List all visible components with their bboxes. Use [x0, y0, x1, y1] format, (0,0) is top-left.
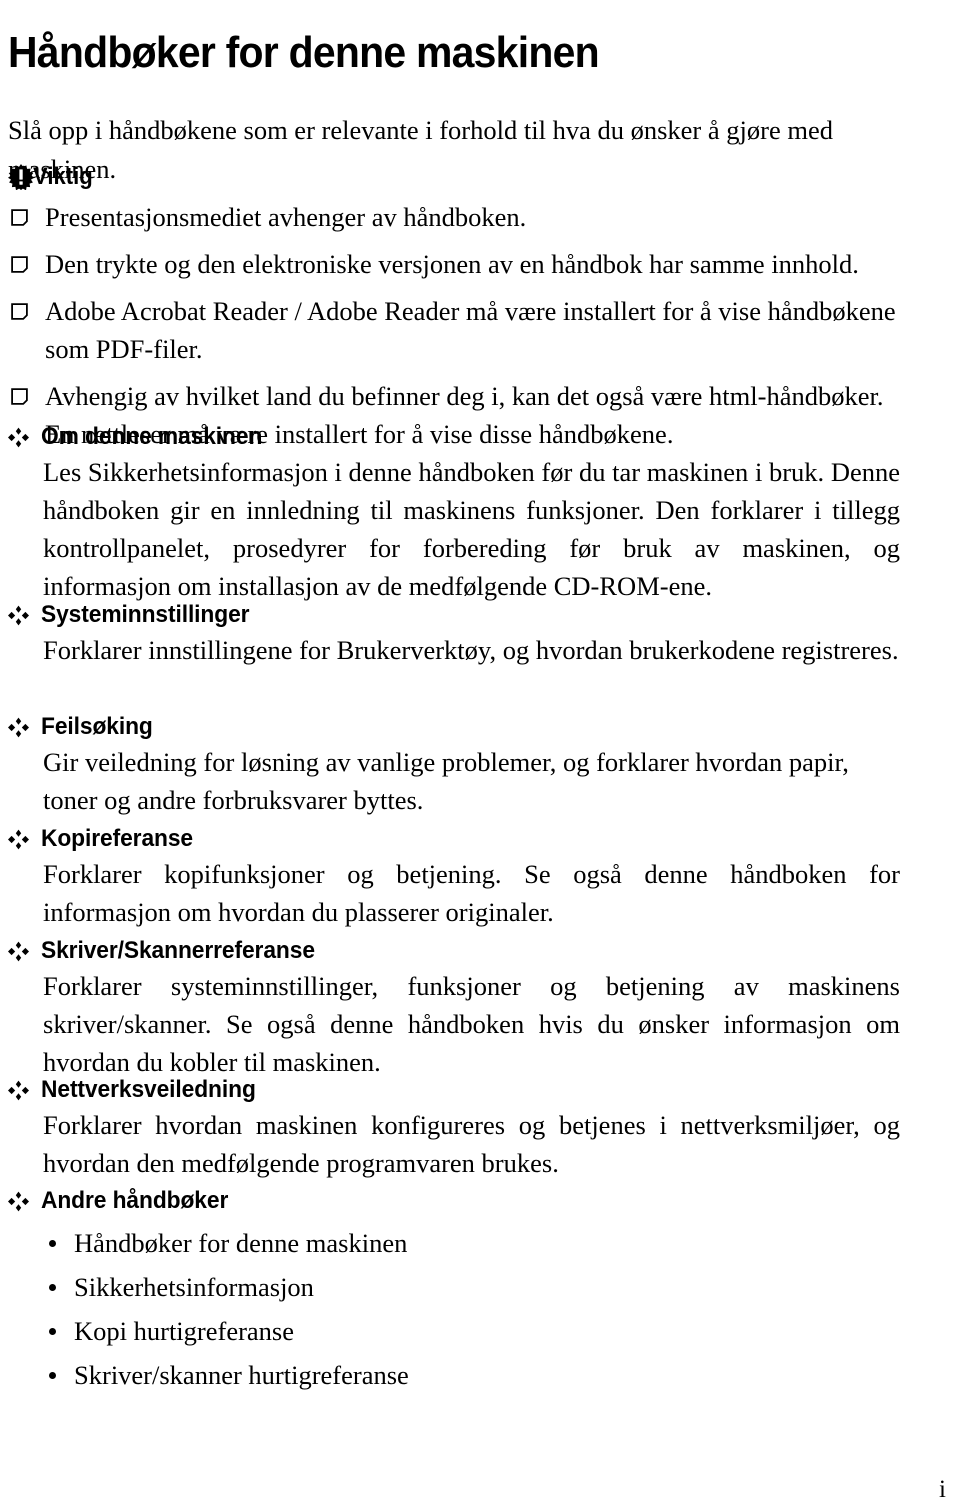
section-heading-text: Andre håndbøker	[41, 1187, 229, 1214]
other-manuals-list: Håndbøker for denne maskinen Sikkerhetsi…	[8, 1225, 900, 1393]
floret-icon	[8, 717, 29, 738]
section-nettverksveiledning: Nettverksveiledning Forklarer hvordan ma…	[8, 1075, 900, 1182]
list-item-text: Sikkerhetsinformasjon	[74, 1272, 314, 1302]
list-item: Skriver/skanner hurtigreferanse	[43, 1357, 900, 1393]
floret-icon	[8, 1080, 29, 1101]
section-systeminnstillinger: Systeminnstillinger Forklarer innstillin…	[8, 600, 900, 669]
section-body-text: Les Sikkerhetsinformasjon i denne håndbo…	[43, 457, 900, 601]
important-note-label: Viktig	[33, 163, 93, 190]
section-heading: Systeminnstillinger	[8, 600, 900, 629]
section-body-text: Forklarer innstillingene for Brukerverkt…	[43, 635, 899, 665]
section-heading: Feilsøking	[8, 712, 900, 741]
list-item: Håndbøker for denne maskinen	[43, 1225, 900, 1261]
section-om-denne-maskinen: Om denne maskinen Les Sikkerhetsinformas…	[8, 422, 900, 605]
list-item: Adobe Acrobat Reader / Adobe Reader må v…	[8, 292, 900, 368]
list-item-text: Skriver/skanner hurtigreferanse	[74, 1360, 409, 1390]
section-body-text: Gir veiledning for løsning av vanlige pr…	[43, 747, 849, 815]
section-body-text: Forklarer kopifunksjoner og betjening. S…	[43, 859, 900, 927]
section-heading-text: Nettverksveiledning	[41, 1076, 256, 1103]
section-body-text: Forklarer hvordan maskinen konfigureres …	[43, 1110, 900, 1178]
section-skriver-skannerreferanse: Skriver/Skannerreferanse Forklarer syste…	[8, 936, 900, 1081]
important-burst-icon	[8, 164, 34, 190]
intro-paragraph: Slå opp i håndbøkene som er relevante i …	[8, 114, 833, 184]
section-heading-text: Kopireferanse	[41, 825, 194, 852]
section-heading: Nettverksveiledning	[8, 1075, 900, 1104]
floret-icon	[8, 941, 29, 962]
floret-icon	[8, 829, 29, 850]
page-title: Håndbøker for denne maskinen	[8, 28, 600, 78]
open-square-bullet-icon	[10, 208, 29, 227]
section-heading: Kopireferanse	[8, 824, 900, 853]
section-heading-text: Feilsøking	[41, 713, 153, 740]
section-kopireferanse: Kopireferanse Forklarer kopifunksjoner o…	[8, 824, 900, 931]
round-bullet-icon	[49, 1284, 56, 1291]
section-feilsoking: Feilsøking Gir veiledning for løsning av…	[8, 712, 900, 819]
section-heading: Andre håndbøker	[8, 1186, 900, 1215]
important-note-list: Presentasjonsmediet avhenger av håndboke…	[8, 198, 900, 453]
round-bullet-icon	[49, 1240, 56, 1247]
open-square-bullet-icon	[10, 302, 29, 321]
floret-icon	[8, 1191, 29, 1212]
round-bullet-icon	[49, 1372, 56, 1379]
list-item-text: Den trykte og den elektroniske versjonen…	[45, 249, 859, 279]
list-item-text: Kopi hurtigreferanse	[74, 1316, 295, 1346]
section-heading-text: Om denne maskinen	[41, 423, 263, 450]
floret-icon	[8, 427, 29, 448]
important-note-heading: Viktig	[8, 164, 98, 190]
section-heading-text: Systeminnstillinger	[41, 601, 250, 628]
list-item: Sikkerhetsinformasjon	[43, 1269, 900, 1305]
section-heading: Skriver/Skannerreferanse	[8, 936, 900, 965]
section-heading: Om denne maskinen	[8, 422, 900, 451]
open-square-bullet-icon	[10, 387, 29, 406]
document-page: Håndbøker for denne maskinen Slå opp i h…	[0, 0, 960, 1510]
list-item: Presentasjonsmediet avhenger av håndboke…	[8, 198, 900, 236]
list-item: Den trykte og den elektroniske versjonen…	[8, 245, 900, 283]
list-item-text: Adobe Acrobat Reader / Adobe Reader må v…	[45, 296, 896, 364]
section-body-text: Forklarer systeminnstillinger, funksjone…	[43, 971, 900, 1077]
section-andre-handboker: Andre håndbøker Håndbøker for denne mask…	[8, 1186, 900, 1401]
floret-icon	[8, 605, 29, 626]
section-heading-text: Skriver/Skannerreferanse	[41, 937, 315, 964]
round-bullet-icon	[49, 1328, 56, 1335]
open-square-bullet-icon	[10, 255, 29, 274]
page-number: i	[939, 1476, 946, 1503]
list-item: Kopi hurtigreferanse	[43, 1313, 900, 1349]
list-item-text: Håndbøker for denne maskinen	[74, 1228, 408, 1258]
list-item-text: Presentasjonsmediet avhenger av håndboke…	[45, 202, 527, 232]
